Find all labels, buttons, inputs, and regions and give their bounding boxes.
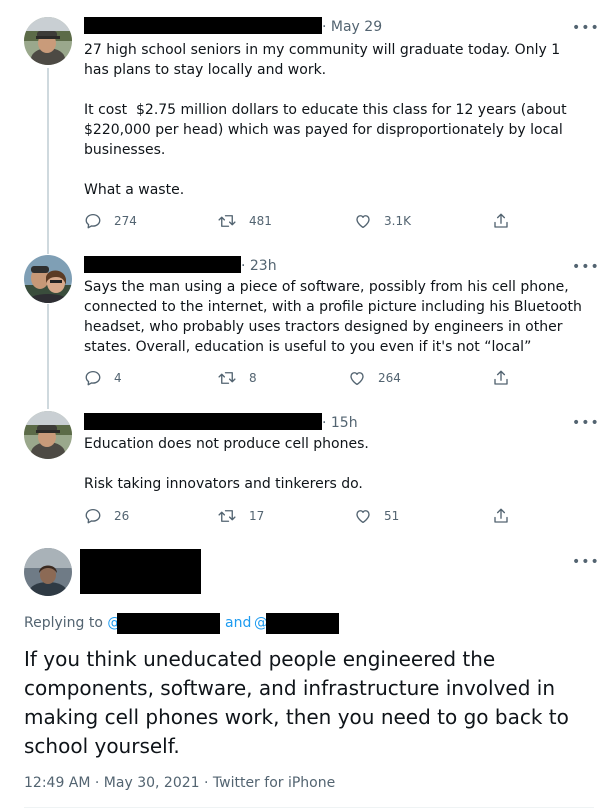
redacted-handle [266, 613, 339, 634]
tweet-time[interactable]: · 23h [241, 257, 277, 275]
share-button[interactable] [492, 368, 510, 388]
tweet-time[interactable]: · May 29 [322, 18, 382, 36]
tweet-time[interactable]: · 15h [322, 414, 358, 432]
reply-count: 274 [114, 214, 137, 228]
tweet-actions: 274 481 3.1K [84, 211, 514, 231]
share-icon [494, 370, 508, 385]
reply-button[interactable]: 274 [84, 211, 137, 231]
tweet-actions: 26 17 51 [84, 506, 514, 526]
and-text: and [225, 615, 252, 631]
tweet-text: 27 high school seniors in my community w… [84, 42, 567, 198]
heart-icon [350, 372, 364, 386]
thread-line [47, 68, 49, 254]
divider [24, 807, 594, 808]
retweet-count: 481 [249, 214, 272, 228]
more-dots-icon[interactable]: ••• [572, 555, 600, 569]
more-dots-icon[interactable]: ••• [572, 21, 600, 35]
tweet-actions: 4 8 264 [84, 368, 514, 388]
redacted-name [84, 256, 241, 273]
tweet-text: Says the man using a piece of software, … [84, 279, 587, 355]
reply-button[interactable]: 26 [84, 506, 129, 526]
tweet-text: Education does not produce cell phones. … [84, 436, 369, 492]
share-button[interactable] [492, 506, 510, 526]
retweet-icon [218, 215, 236, 227]
reply-button[interactable]: 4 [84, 368, 122, 388]
retweet-button[interactable]: 17 [217, 506, 264, 526]
retweet-button[interactable]: 8 [217, 368, 257, 388]
redacted-handle [117, 613, 220, 634]
retweet-count: 17 [249, 509, 265, 523]
replying-prefix: Replying to [24, 615, 103, 631]
like-count: 3.1K [384, 214, 411, 228]
share-button[interactable] [492, 211, 510, 231]
retweet-icon [218, 372, 236, 384]
like-button[interactable]: 51 [354, 506, 399, 526]
main-tweet-text: If you think uneducated people engineere… [24, 647, 569, 758]
reply-bubble-icon [85, 370, 101, 386]
reply-count: 4 [114, 371, 122, 385]
share-icon [494, 508, 508, 523]
retweet-icon [218, 510, 236, 522]
heart-icon [356, 215, 370, 229]
heart-icon [356, 510, 370, 524]
avatar[interactable] [24, 255, 72, 303]
retweet-count: 8 [249, 371, 257, 385]
more-dots-icon[interactable]: ••• [572, 416, 600, 430]
redacted-name [84, 413, 322, 430]
retweet-button[interactable]: 481 [217, 211, 272, 231]
tweet-timestamp[interactable]: 12:49 AM · May 30, 2021 · Twitter for iP… [24, 774, 335, 792]
avatar[interactable] [24, 548, 72, 596]
redacted-name [80, 549, 201, 594]
more-dots-icon[interactable]: ••• [572, 260, 600, 274]
reply-count: 26 [114, 509, 130, 523]
like-button[interactable]: 264 [348, 368, 401, 388]
reply-bubble-icon [85, 213, 101, 229]
like-count: 264 [378, 371, 401, 385]
avatar[interactable] [24, 17, 72, 65]
thread-line [47, 304, 49, 409]
share-icon [494, 213, 508, 228]
avatar[interactable] [24, 411, 72, 459]
reply-bubble-icon [85, 508, 101, 524]
like-count: 51 [384, 509, 400, 523]
like-button[interactable]: 3.1K [354, 211, 411, 231]
replying-to: Replying to @ [24, 614, 121, 632]
redacted-name [84, 17, 322, 34]
